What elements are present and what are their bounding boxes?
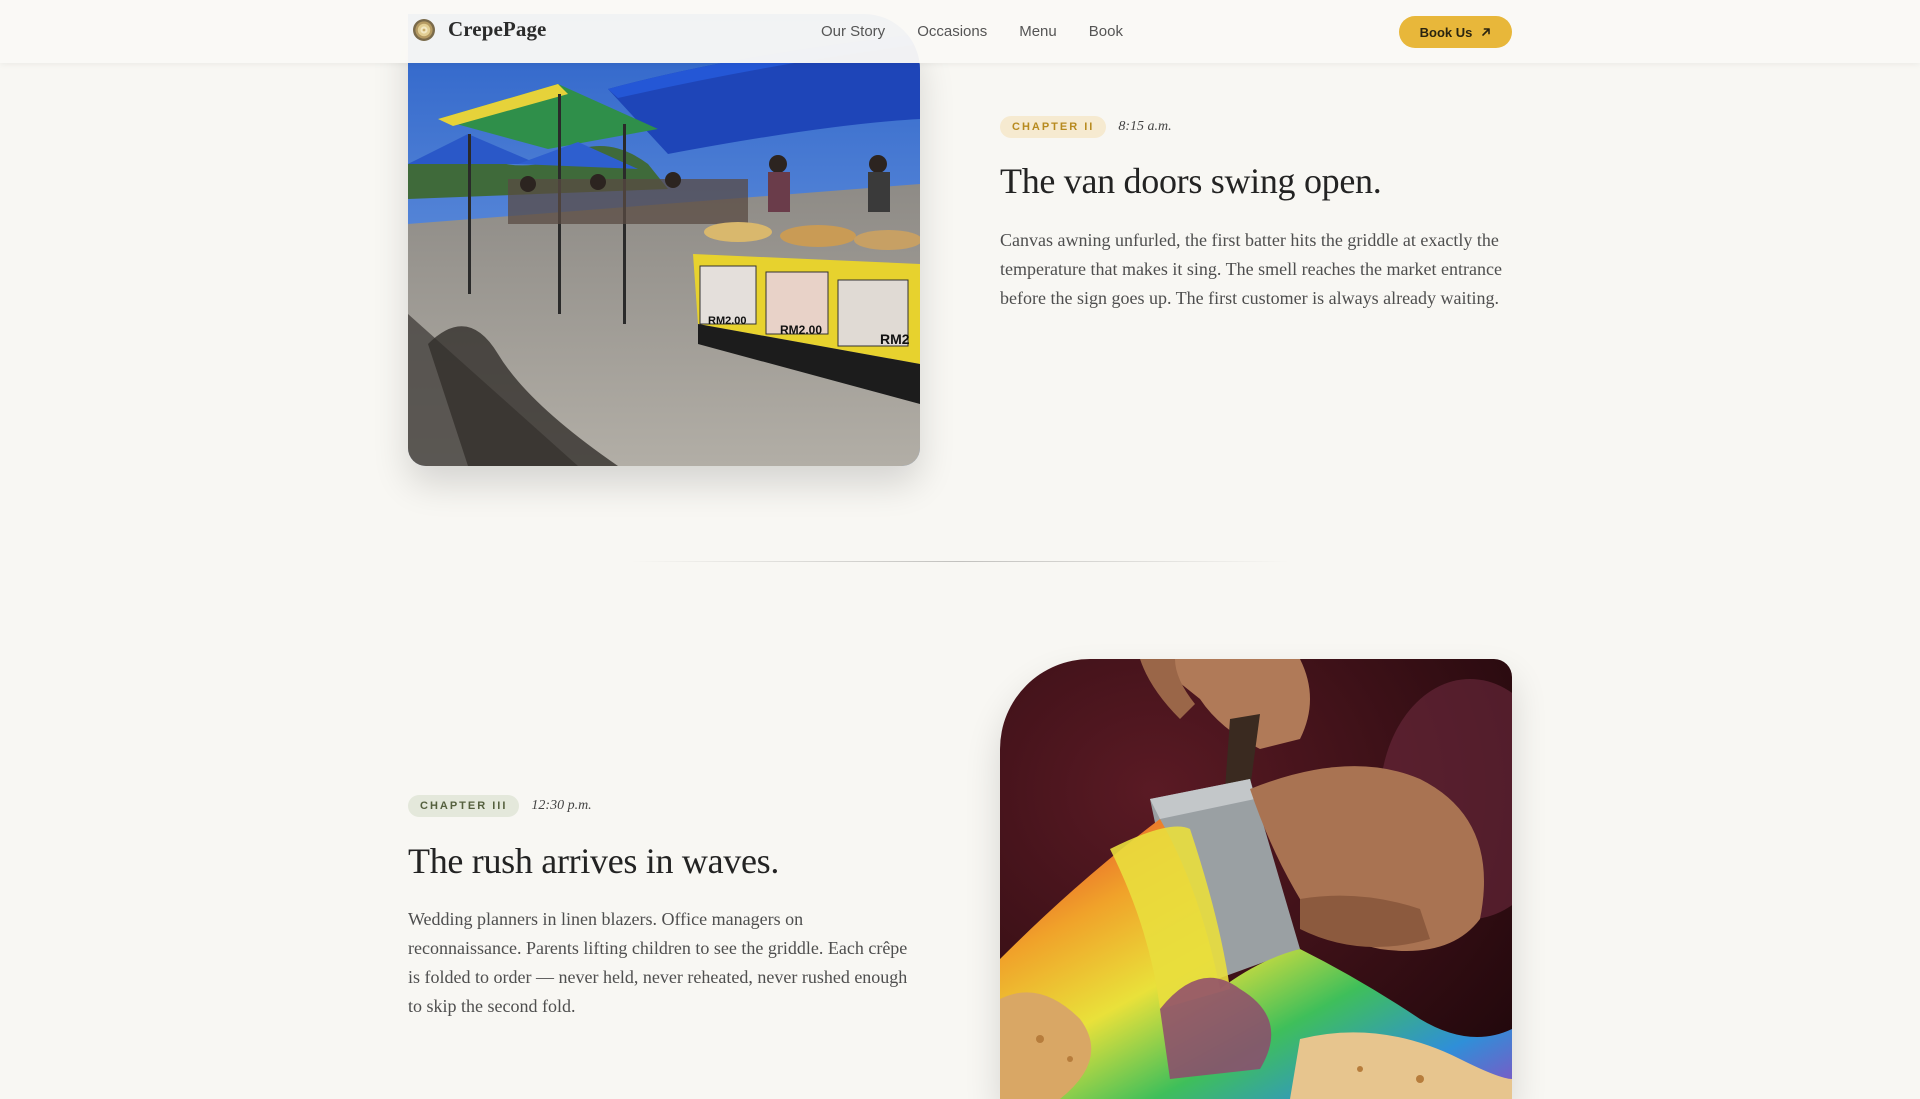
chapter-2-badge: CHAPTER II: [1000, 116, 1107, 138]
chapter-3-title: The rush arrives in waves.: [408, 841, 780, 881]
price-tag-3: RM2: [880, 331, 910, 347]
book-us-label: Book Us: [1419, 24, 1473, 40]
chapter-2-title: The van doors swing open.: [1000, 161, 1382, 201]
chapter-3-meta: CHAPTER III 12:30 p.m.: [408, 795, 592, 817]
main-nav: Our Story Occasions Menu Book: [821, 22, 1155, 42]
site-header: CrepePage Our Story Occasions Menu Book …: [0, 0, 1920, 63]
nav-our-story[interactable]: Our Story: [821, 22, 885, 42]
chapter-3-badge: CHAPTER III: [408, 795, 520, 817]
chapter-2-meta: CHAPTER II 8:15 a.m.: [1000, 116, 1172, 138]
crepe-logo-icon: [413, 18, 435, 41]
market-stall-photo: RM2.00 RM2.00 RM2: [408, 14, 920, 466]
section-divider: [630, 561, 1290, 562]
book-us-button[interactable]: Book Us: [1399, 16, 1512, 48]
nav-menu[interactable]: Menu: [1019, 22, 1057, 42]
nav-book[interactable]: Book: [1089, 22, 1123, 42]
arrow-up-right-icon: [1482, 28, 1491, 36]
chapter-3-time: 12:30 p.m.: [531, 798, 592, 813]
brand-name: CrepePage: [448, 17, 547, 41]
crepe-griddle-photo: [1000, 659, 1512, 1099]
price-tag-2: RM2.00: [780, 323, 822, 337]
chapter-3-body: Wedding planners in linen blazers. Offic…: [408, 909, 908, 1016]
brand-link[interactable]: CrepePage: [412, 17, 546, 42]
chapter-2-time: 8:15 a.m.: [1118, 119, 1172, 134]
chapter-2-body: Canvas awning unfurled, the first batter…: [1000, 230, 1502, 308]
nav-occasions[interactable]: Occasions: [917, 22, 987, 42]
price-tag-1: RM2.00: [708, 315, 747, 327]
